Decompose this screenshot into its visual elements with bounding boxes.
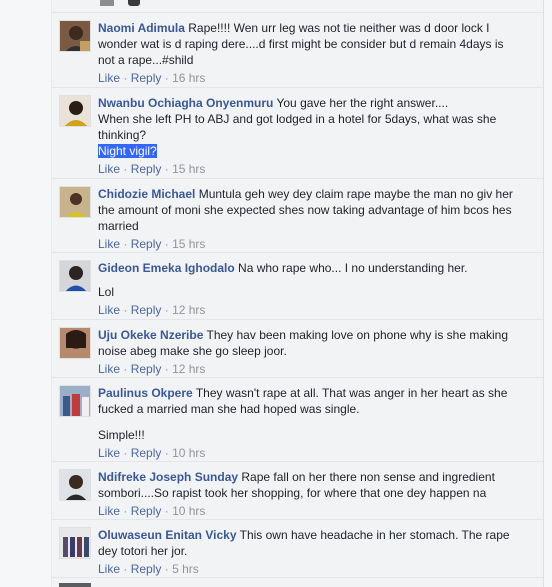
timestamp[interactable]: 12 hrs bbox=[172, 362, 205, 376]
comment-actions: Like · Reply · 15 hrs bbox=[98, 162, 206, 176]
comment-divider bbox=[51, 319, 543, 320]
comment-actions: Like · Reply · 10 hrs bbox=[98, 446, 206, 460]
timestamp[interactable]: 12 hrs bbox=[172, 303, 205, 317]
comment-body: Ndifreke Joseph Sunday Rape fall on her … bbox=[98, 469, 518, 501]
like-button[interactable]: Like bbox=[98, 162, 120, 176]
comment-divider bbox=[51, 87, 543, 88]
comment-divider bbox=[51, 12, 543, 13]
avatar[interactable] bbox=[59, 327, 91, 359]
comment-divider bbox=[51, 377, 543, 378]
comment-body: Gideon Emeka Ighodalo Na who rape who...… bbox=[98, 260, 518, 300]
comment-actions: Like · Reply · 5 hrs bbox=[98, 562, 199, 576]
comment-divider bbox=[51, 178, 543, 179]
like-button[interactable]: Like bbox=[98, 71, 120, 85]
avatar[interactable] bbox=[59, 583, 91, 587]
timestamp[interactable]: 16 hrs bbox=[172, 71, 205, 85]
timestamp[interactable]: 15 hrs bbox=[172, 162, 205, 176]
avatar[interactable] bbox=[59, 260, 91, 292]
like-button[interactable]: Like bbox=[98, 446, 120, 460]
comment-text: When she left PH to ABJ and got lodged i… bbox=[98, 112, 497, 142]
comment-body: Uju Okeke Nzeribe They hav been making l… bbox=[98, 327, 518, 359]
comment-body: Naomi Adimula Rape!!!! Wen urr leg was n… bbox=[98, 20, 518, 68]
avatar[interactable] bbox=[100, 0, 114, 6]
like-button[interactable]: Like bbox=[98, 562, 120, 576]
comment-author[interactable]: Paulinus Okpere bbox=[98, 386, 193, 400]
comment-body: Chidozie Michael Muntula geh wey dey cla… bbox=[98, 186, 518, 234]
reply-button[interactable]: Reply bbox=[131, 162, 162, 176]
like-button[interactable]: Like bbox=[98, 237, 120, 251]
reply-button[interactable]: Reply bbox=[131, 562, 162, 576]
comment-text: Na who rape who... I no understanding he… bbox=[238, 261, 468, 275]
avatar[interactable] bbox=[59, 95, 91, 127]
reply-button[interactable]: Reply bbox=[131, 303, 162, 317]
selected-text: Night vigil? bbox=[98, 144, 157, 158]
reply-button[interactable]: Reply bbox=[131, 71, 162, 85]
comment-author[interactable]: Ndifreke Joseph Sunday bbox=[98, 470, 238, 484]
avatar[interactable] bbox=[59, 385, 91, 417]
comment-actions: Like · Reply · 12 hrs bbox=[98, 362, 206, 376]
avatar[interactable] bbox=[59, 469, 91, 501]
comment-divider bbox=[51, 519, 543, 520]
comment-body: Paulinus Okpere They wasn't rape at all.… bbox=[98, 385, 518, 443]
comment-author[interactable]: Gideon Emeka Ighodalo bbox=[98, 261, 235, 275]
like-button[interactable]: Like bbox=[98, 504, 120, 518]
comment-author[interactable]: Chidozie Michael bbox=[98, 187, 195, 201]
comment-text: Lol bbox=[98, 285, 115, 299]
comment-divider bbox=[51, 252, 543, 253]
like-button[interactable]: Like bbox=[98, 303, 120, 317]
comment-text: Simple!!! bbox=[98, 428, 145, 442]
avatar[interactable] bbox=[128, 0, 140, 6]
avatar[interactable] bbox=[59, 186, 91, 218]
avatar[interactable] bbox=[59, 527, 91, 559]
reply-button[interactable]: Reply bbox=[131, 362, 162, 376]
timestamp[interactable]: 15 hrs bbox=[172, 237, 205, 251]
comment-body: Nwanbu Ochiagha Onyenmuru You gave her t… bbox=[98, 95, 518, 159]
comment-actions: Like · Reply · 12 hrs bbox=[98, 303, 206, 317]
comment-divider bbox=[51, 577, 543, 578]
comment-body: Oluwaseun Enitan Vicky This own have hea… bbox=[98, 527, 518, 559]
reply-button[interactable]: Reply bbox=[131, 237, 162, 251]
reply-button[interactable]: Reply bbox=[131, 446, 162, 460]
avatar[interactable] bbox=[59, 20, 91, 52]
comment-author[interactable]: Uju Okeke Nzeribe bbox=[98, 328, 203, 342]
timestamp[interactable]: 10 hrs bbox=[172, 504, 205, 518]
reply-button[interactable]: Reply bbox=[131, 504, 162, 518]
timestamp[interactable]: 10 hrs bbox=[172, 446, 205, 460]
comment-author[interactable]: Naomi Adimula bbox=[98, 21, 185, 35]
comment-divider bbox=[51, 461, 543, 462]
scroll-edge bbox=[543, 0, 544, 587]
comment-actions: Like · Reply · 10 hrs bbox=[98, 504, 206, 518]
timestamp[interactable]: 5 hrs bbox=[172, 562, 199, 576]
like-button[interactable]: Like bbox=[98, 362, 120, 376]
comment-author[interactable]: Nwanbu Ochiagha Onyenmuru bbox=[98, 96, 273, 110]
comment-actions: Like · Reply · 16 hrs bbox=[98, 71, 206, 85]
comment-text: You gave her the right answer.... bbox=[276, 96, 449, 110]
comment-actions: Like · Reply · 15 hrs bbox=[98, 237, 206, 251]
comment-author[interactable]: Oluwaseun Enitan Vicky bbox=[98, 528, 237, 542]
